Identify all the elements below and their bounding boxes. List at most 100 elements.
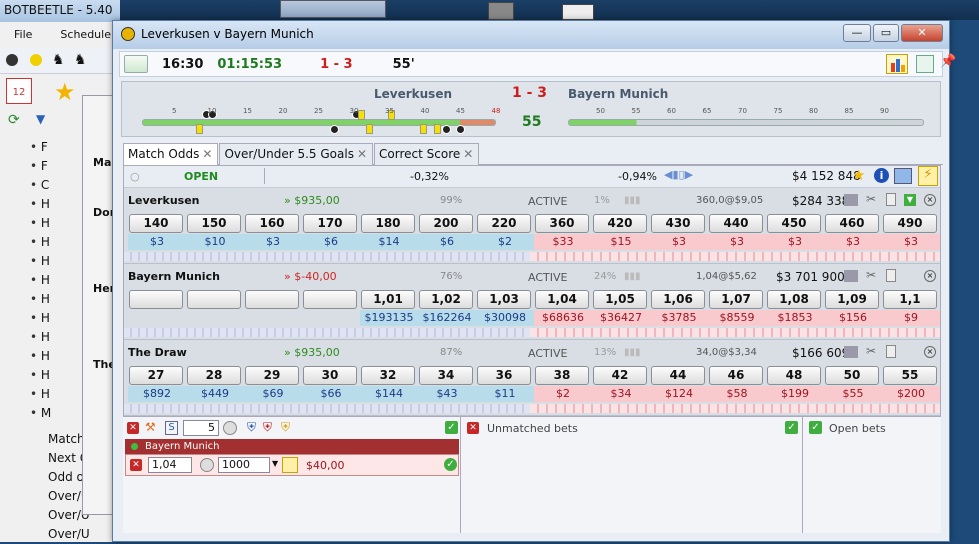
- minimize-button[interactable]: —: [843, 24, 871, 42]
- back-price-button[interactable]: 1,01: [361, 290, 415, 309]
- desktop-icon[interactable]: [562, 4, 594, 20]
- lay-price-button[interactable]: 440: [709, 214, 763, 233]
- close-button[interactable]: ✕: [901, 24, 943, 42]
- ladder-icon[interactable]: [886, 269, 896, 282]
- tab-match-odds[interactable]: Match Odds ✕: [123, 143, 219, 165]
- close-tab-icon[interactable]: ✕: [357, 147, 367, 161]
- back-price-button[interactable]: [245, 290, 299, 309]
- back-price-button[interactable]: 220: [477, 214, 531, 233]
- back-price-button[interactable]: 160: [245, 214, 299, 233]
- stake-input[interactable]: 1000: [218, 457, 270, 473]
- tennis-ball-icon[interactable]: [30, 54, 42, 66]
- lightning-icon[interactable]: ⚡: [918, 166, 938, 186]
- shield-icon[interactable]: ⛨: [247, 420, 256, 435]
- lay-price-button[interactable]: 450: [767, 214, 821, 233]
- lay-price-button[interactable]: 460: [825, 214, 879, 233]
- lay-price-button[interactable]: 1,07: [709, 290, 763, 309]
- back-price-button[interactable]: 27: [129, 366, 183, 385]
- back-price-button[interactable]: 1,02: [419, 290, 473, 309]
- lay-price-button[interactable]: 1,1: [883, 290, 937, 309]
- info-icon[interactable]: i: [874, 168, 889, 183]
- favourite-star-icon[interactable]: ★: [852, 166, 865, 184]
- odds-input[interactable]: 1,04: [148, 457, 192, 473]
- refresh-icon[interactable]: ⟳: [8, 112, 20, 128]
- settings-circle-icon[interactable]: [223, 421, 237, 435]
- back-price-button[interactable]: 200: [419, 214, 473, 233]
- lay-price-button[interactable]: 1,08: [767, 290, 821, 309]
- lay-price-button[interactable]: 490: [883, 214, 937, 233]
- back-price-button[interactable]: 34: [419, 366, 473, 385]
- tree-item-over-under[interactable]: Over/U: [48, 525, 118, 544]
- back-price-button[interactable]: [129, 290, 183, 309]
- back-price-button[interactable]: [187, 290, 241, 309]
- back-price-button[interactable]: 28: [187, 366, 241, 385]
- warning-icon[interactable]: ⛨: [281, 420, 290, 435]
- ladder-arrows-icon[interactable]: ◀▮▯▶: [664, 168, 693, 181]
- lay-price-button[interactable]: 1,05: [593, 290, 647, 309]
- lay-price-button[interactable]: 55: [883, 366, 937, 385]
- back-price-button[interactable]: 29: [245, 366, 299, 385]
- cancel-all-icon[interactable]: ✕: [127, 422, 139, 434]
- chart-icon[interactable]: [844, 270, 858, 282]
- close-runner-icon[interactable]: ×: [924, 346, 936, 358]
- tab-over-under[interactable]: Over/Under 5.5 Goals ✕: [219, 143, 374, 165]
- menu-schedulers[interactable]: Schedulers: [46, 28, 121, 46]
- chart-icon[interactable]: [844, 346, 858, 358]
- horse-icon[interactable]: ♞: [52, 52, 65, 68]
- maximize-button[interactable]: ▭: [873, 24, 899, 42]
- graph-icon[interactable]: [894, 168, 912, 184]
- back-price-button[interactable]: 30: [303, 366, 357, 385]
- lay-price-button[interactable]: 1,06: [651, 290, 705, 309]
- place-bet-icon[interactable]: ✓: [444, 458, 457, 471]
- collapse-dot-icon[interactable]: ○: [130, 170, 140, 183]
- cancel-unmatched-icon[interactable]: ✕: [467, 422, 479, 434]
- chart-icon[interactable]: [844, 194, 858, 206]
- tab-correct-score[interactable]: Correct Score ✕: [374, 143, 480, 165]
- tools-icon[interactable]: ✂: [866, 344, 876, 358]
- star-icon[interactable]: ★: [54, 78, 76, 106]
- lay-price-button[interactable]: 48: [767, 366, 821, 385]
- chart-icon[interactable]: [886, 54, 908, 74]
- lay-price-button[interactable]: 430: [651, 214, 705, 233]
- close-runner-icon[interactable]: ×: [924, 270, 936, 282]
- ladder-icon[interactable]: [886, 345, 896, 358]
- back-price-button[interactable]: 150: [187, 214, 241, 233]
- menu-file[interactable]: File: [0, 28, 32, 46]
- close-tab-icon[interactable]: ✕: [202, 147, 212, 161]
- lay-price-button[interactable]: 50: [825, 366, 879, 385]
- swap-icon[interactable]: [282, 457, 298, 473]
- close-tab-icon[interactable]: ✕: [463, 147, 473, 161]
- s-icon[interactable]: S: [165, 421, 178, 435]
- back-price-button[interactable]: 140: [129, 214, 183, 233]
- shield-icon[interactable]: ⛨: [263, 420, 272, 435]
- filter-icon[interactable]: ▼: [36, 112, 45, 126]
- open-bets-check-icon[interactable]: ✓: [809, 421, 822, 434]
- back-price-button[interactable]: [303, 290, 357, 309]
- back-price-button[interactable]: 180: [361, 214, 415, 233]
- lay-price-button[interactable]: 1,09: [825, 290, 879, 309]
- dog-icon[interactable]: ♞: [74, 52, 87, 68]
- new-window-icon[interactable]: [916, 55, 934, 73]
- lay-price-button[interactable]: 46: [709, 366, 763, 385]
- collapse-icon[interactable]: ▼: [904, 194, 916, 206]
- tools-icon[interactable]: ✂: [866, 192, 876, 206]
- lay-price-button[interactable]: 1,04: [535, 290, 589, 309]
- ladder-icon[interactable]: [886, 193, 896, 206]
- stake-spinner[interactable]: 5: [183, 420, 219, 436]
- lay-price-button[interactable]: 44: [651, 366, 705, 385]
- remove-bet-icon[interactable]: ✕: [130, 459, 142, 471]
- lay-price-button[interactable]: 420: [593, 214, 647, 233]
- confirm-all-icon[interactable]: ✓: [445, 421, 458, 434]
- confirm-unmatched-icon[interactable]: ✓: [785, 421, 798, 434]
- soccer-ball-icon[interactable]: [6, 54, 18, 66]
- window-titlebar[interactable]: Leverkusen v Bayern Munich: [113, 21, 949, 49]
- back-price-button[interactable]: 32: [361, 366, 415, 385]
- back-price-button[interactable]: 1,03: [477, 290, 531, 309]
- desktop-icon[interactable]: [488, 2, 514, 20]
- add-window-button[interactable]: [124, 55, 148, 73]
- lay-price-button[interactable]: 38: [535, 366, 589, 385]
- close-runner-icon[interactable]: ×: [924, 194, 936, 206]
- back-price-button[interactable]: 36: [477, 366, 531, 385]
- calendar-icon[interactable]: 12: [6, 78, 32, 104]
- pin-icon[interactable]: 📌: [940, 54, 956, 69]
